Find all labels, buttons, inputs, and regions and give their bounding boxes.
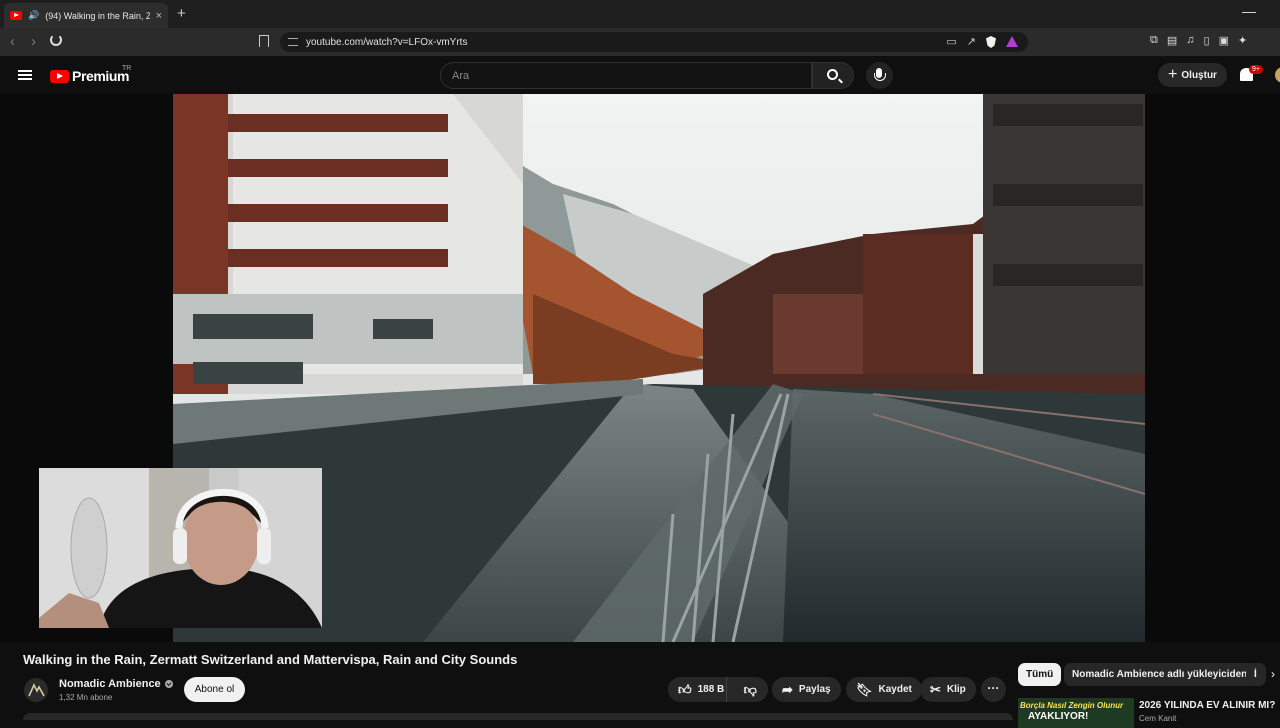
search-button[interactable]	[812, 62, 854, 89]
notification-badge: 9+	[1249, 65, 1263, 74]
extension-icons: ⧉ ▤ ♫ ▯ ▣ ✦	[1150, 34, 1247, 47]
minimize-button[interactable]: —	[1242, 3, 1256, 19]
chip-all[interactable]: Tümü	[1018, 663, 1062, 686]
reload-icon[interactable]	[50, 34, 62, 46]
plus-icon: +	[1168, 66, 1178, 83]
channel-logo-icon	[28, 683, 45, 697]
brave-rewards-icon[interactable]	[1006, 36, 1018, 47]
recommendation-thumbnail[interactable]: Borçla Nasıl Zengin Olunur AYAKLIYOR!	[1018, 698, 1134, 728]
like-button[interactable]: 👍︎ 188 B	[668, 677, 727, 702]
share-button[interactable]: ➦ Paylaş	[772, 677, 841, 702]
webcam-image	[39, 468, 322, 628]
address-bar[interactable]: youtube.com/watch?v=LFOx-vmYrts ▭ ↗	[280, 32, 1028, 52]
clip-button[interactable]: ✂ Klip	[920, 677, 976, 702]
sidebar-icon[interactable]: ▯	[1204, 34, 1210, 47]
media-icon[interactable]: ♫	[1186, 34, 1194, 47]
back-icon[interactable]: ‹	[10, 33, 15, 50]
site-settings-icon[interactable]	[288, 38, 298, 46]
more-actions-button[interactable]: ···	[981, 677, 1006, 702]
browser-toolbar: ‹ › youtube.com/watch?v=LFOx-vmYrts ▭ ↗ …	[0, 28, 1280, 56]
reading-list-icon[interactable]: ▤	[1167, 34, 1177, 47]
channel-name-text: Nomadic Ambience	[59, 678, 161, 690]
like-count: 188 B	[697, 684, 725, 695]
youtube-play-icon	[50, 69, 69, 83]
description-box[interactable]	[23, 713, 1013, 720]
subscriber-count: 1,32 Mn abone	[59, 693, 113, 702]
thumbnail-caption-top: Borçla Nasıl Zengin Olunur	[1020, 701, 1124, 710]
new-tab-button[interactable]: +	[177, 5, 186, 22]
channel-name[interactable]: Nomadic Ambience	[59, 678, 173, 690]
chips-next-arrow-icon[interactable]: ›	[1271, 667, 1275, 681]
chip-from-uploader[interactable]: Nomadic Ambience adlı yükleyiciden	[1064, 663, 1256, 686]
share-label: Paylaş	[798, 684, 831, 695]
account-avatar[interactable]	[1275, 67, 1280, 83]
chip-related[interactable]: İ	[1246, 663, 1266, 686]
tab-close-button[interactable]: ×	[156, 10, 162, 22]
speaker-icon[interactable]: 🔊	[28, 11, 39, 20]
leo-icon[interactable]: ✦	[1238, 34, 1247, 47]
verified-icon	[164, 680, 173, 688]
voice-search-button[interactable]	[866, 62, 893, 89]
save-label: Kaydet	[878, 684, 912, 695]
youtube-header: Premium TR Ara + Oluştur 9+	[0, 56, 1280, 94]
search-placeholder: Ara	[452, 69, 470, 82]
webcam-overlay	[39, 468, 322, 628]
menu-icon[interactable]	[18, 70, 32, 80]
address-bar-actions: ▭ ↗	[946, 35, 1018, 48]
thumbs-down-icon: 👎︎	[743, 682, 757, 697]
channel-avatar[interactable]	[24, 678, 48, 702]
share-arrow-icon: ➦	[782, 682, 793, 697]
video-title: Walking in the Rain, Zermatt Switzerland…	[23, 652, 518, 667]
brave-shields-icon[interactable]	[986, 36, 996, 48]
search-icon	[827, 69, 838, 80]
thumbnail-caption-bottom: AYAKLIYOR!	[1028, 711, 1089, 722]
recommendation-channel[interactable]: Cem Kanit	[1139, 714, 1176, 723]
search-input[interactable]: Ara	[440, 62, 812, 89]
dislike-button[interactable]: 👎︎	[733, 683, 768, 696]
subscribe-button[interactable]: Abone ol	[184, 677, 245, 702]
cast-icon[interactable]: ▭	[946, 35, 956, 48]
logo-text: Premium	[72, 68, 130, 84]
save-button[interactable]: 🔖︎ Kaydet	[846, 677, 922, 702]
bookmark-icon[interactable]	[259, 35, 269, 47]
country-code: TR	[122, 65, 132, 72]
forward-icon[interactable]: ›	[31, 33, 36, 50]
create-button[interactable]: + Oluştur	[1158, 63, 1227, 87]
like-dislike-group: 👍︎ 188 B 👎︎	[668, 677, 768, 702]
recommendation-title[interactable]: 2026 YILINDA EV ALINIR MI?	[1139, 700, 1275, 711]
extensions-icon[interactable]: ⧉	[1150, 34, 1158, 47]
share-page-icon[interactable]: ↗	[967, 35, 976, 48]
bookmark-add-icon: 🔖︎	[856, 682, 873, 697]
youtube-premium-logo[interactable]: Premium TR	[50, 65, 132, 84]
youtube-favicon-icon	[10, 11, 22, 20]
create-label: Oluştur	[1181, 69, 1217, 81]
url-text: youtube.com/watch?v=LFOx-vmYrts	[306, 36, 468, 48]
tab-title: (94) Walking in the Rain, Zerm	[45, 10, 150, 21]
browser-tab[interactable]: 🔊 (94) Walking in the Rain, Zerm ×	[4, 3, 168, 28]
scissors-icon: ✂	[930, 682, 941, 697]
browser-tab-bar: 🔊 (94) Walking in the Rain, Zerm × + —	[0, 0, 1280, 28]
wallet-icon[interactable]: ▣	[1219, 34, 1229, 47]
thumbs-up-icon: 👍︎	[678, 682, 692, 697]
clip-label: Klip	[946, 684, 966, 695]
